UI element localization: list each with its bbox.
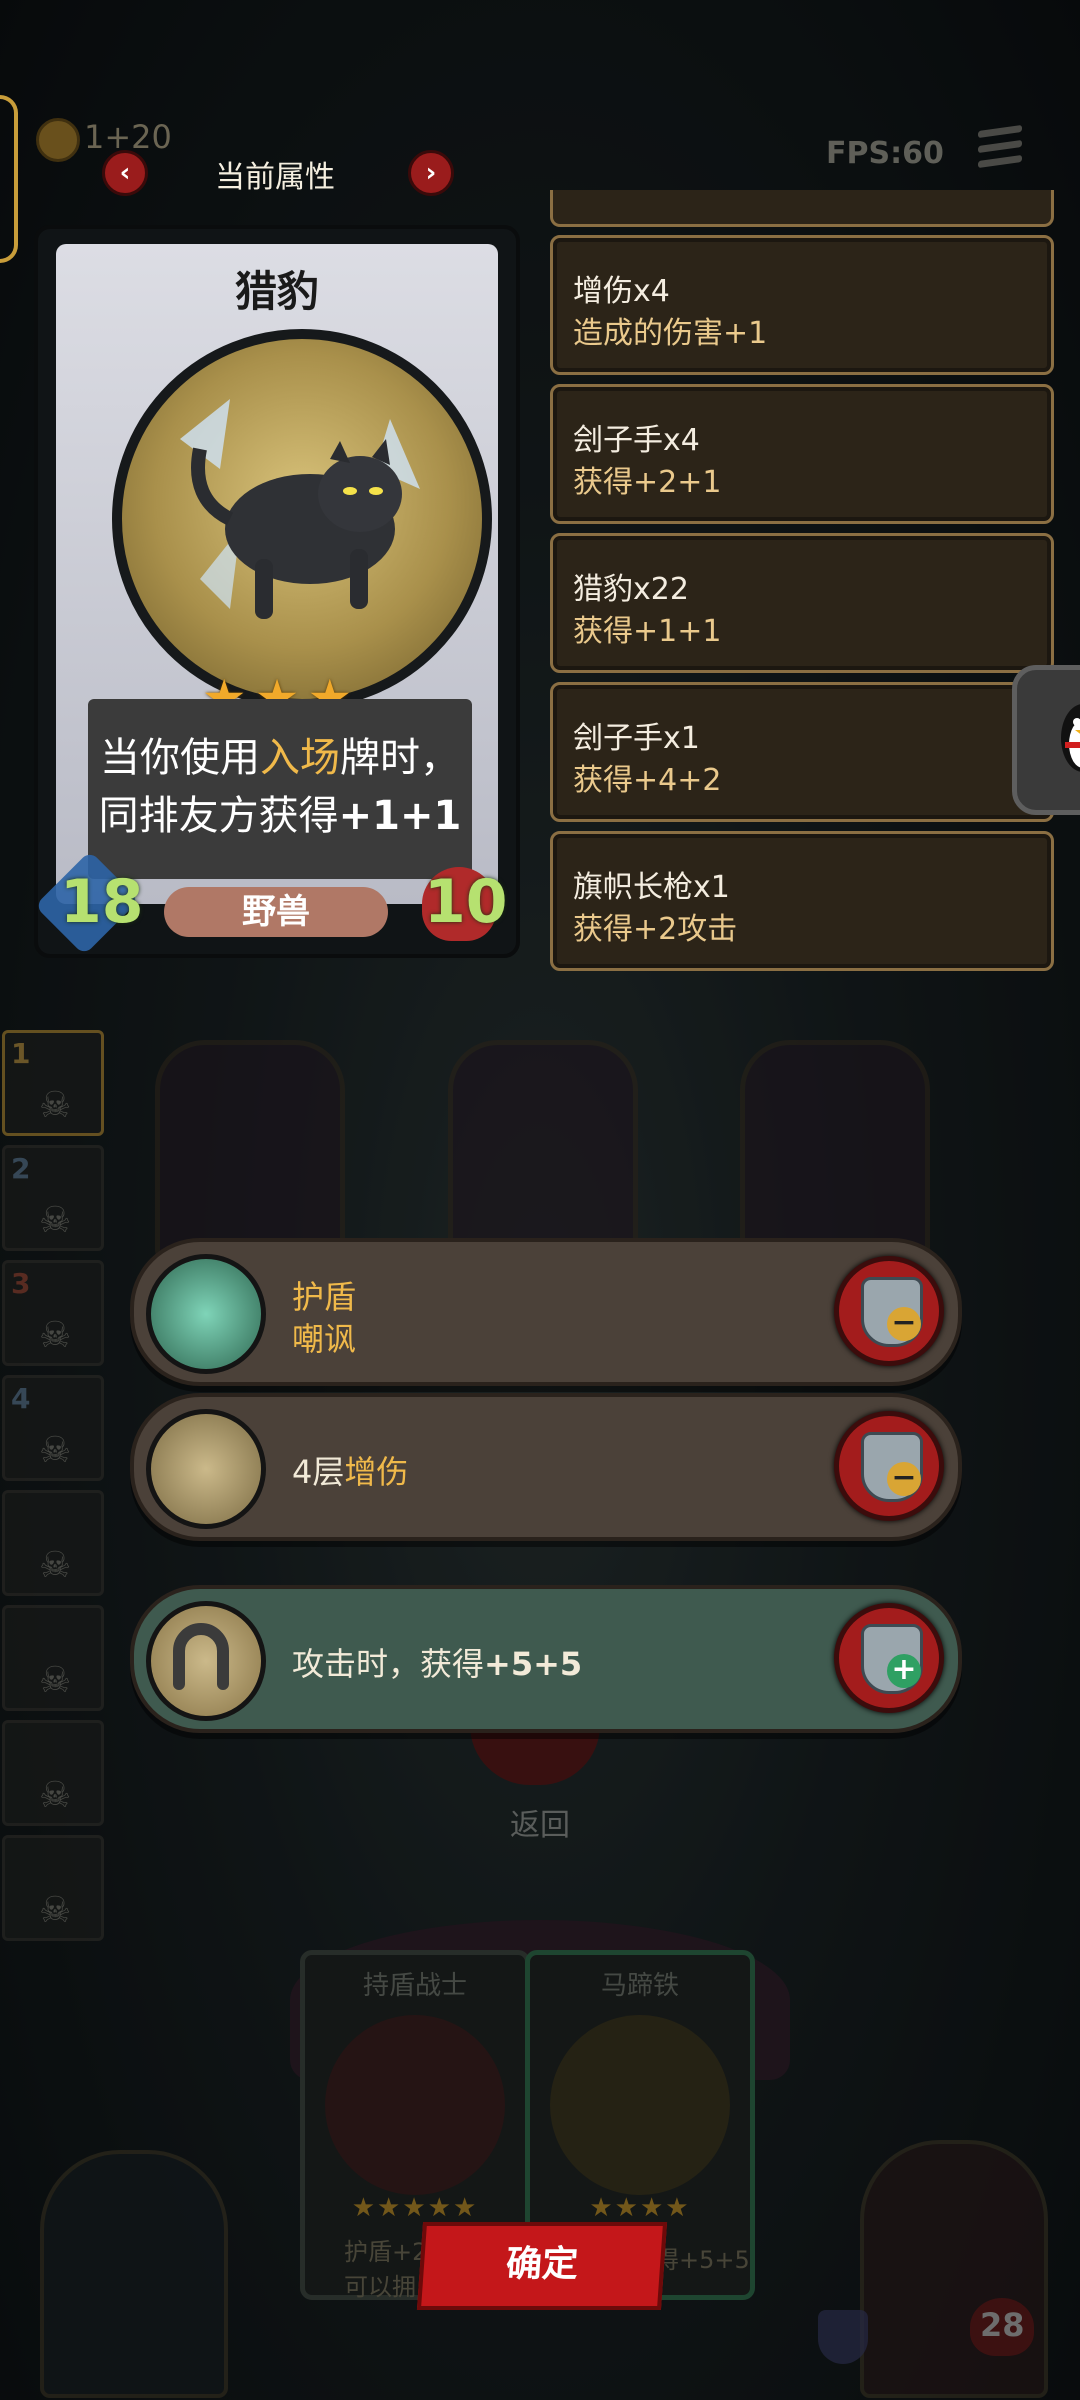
hero-name: 猎豹	[234, 267, 319, 316]
attribute-title: 刽子手x4	[573, 423, 700, 458]
remove-effect-button[interactable]: −	[834, 1411, 944, 1521]
profile-side-button[interactable]	[1012, 665, 1080, 815]
hero-health: 10	[424, 867, 508, 937]
hero-card-frame: 猎豹 ★ ★ ★ 当你使用入场牌时， 同排友方获得+1+1	[56, 244, 498, 904]
penguin-icon	[1061, 704, 1080, 772]
remove-effect-button[interactable]: −	[834, 1256, 944, 1366]
attribute-title: 增伤x4	[573, 274, 670, 309]
horseshoe-icon	[146, 1601, 266, 1721]
attribute-effect: 获得+1+1	[573, 614, 722, 649]
prev-tab-button[interactable]: ‹	[102, 150, 148, 196]
hero-portrait	[112, 329, 492, 709]
effect-row-horseshoe: 攻击时，获得+5+5 +	[130, 1585, 962, 1733]
attribute-title: 刽子手x1	[573, 721, 700, 756]
next-tab-button[interactable]: ›	[408, 150, 454, 196]
minus-icon: −	[887, 1307, 921, 1341]
top-bar: 1+20 FPS:60 ‹ 当前属性 ›	[0, 0, 1080, 263]
effect-description: 攻击时，获得+5+5	[292, 1645, 583, 1683]
attribute-title: 猎豹x22	[573, 572, 689, 607]
shield-taunt-icon	[146, 1254, 266, 1374]
attribute-item: 增伤x4 造成的伤害+1	[550, 235, 1054, 375]
wings-icon	[146, 1409, 266, 1529]
hero-type-badge: 野兽	[164, 887, 388, 937]
hero-attack: 18	[60, 867, 144, 937]
side-frame	[0, 95, 18, 263]
attribute-item: 刽子手x4 获得+2+1	[550, 384, 1054, 524]
panther-illustration	[180, 399, 420, 619]
hero-desc-box: 当你使用入场牌时， 同排友方获得+1+1	[88, 699, 472, 879]
confirm-button[interactable]: 确定	[416, 2222, 668, 2310]
hero-description: 当你使用入场牌时， 同排友方获得+1+1	[98, 735, 462, 839]
attribute-effect: 造成的伤害+1	[573, 316, 768, 351]
effect-keyword: 嘲讽	[292, 1320, 357, 1358]
effect-keyword: 护盾	[292, 1278, 357, 1316]
attribute-title: 旗帜长枪x1	[573, 870, 730, 905]
add-effect-button[interactable]: +	[834, 1603, 944, 1713]
effect-description: 4层增伤	[292, 1453, 409, 1491]
effect-row-damage-boost: 4层增伤 −	[130, 1393, 962, 1541]
hero-card[interactable]: 猎豹 ★ ★ ★ 当你使用入场牌时， 同排友方获得+1+1 18 10 野兽	[34, 225, 520, 958]
minus-icon: −	[887, 1462, 921, 1496]
plus-icon: +	[887, 1654, 921, 1688]
coin-icon	[36, 118, 80, 162]
panel-title: 当前属性	[215, 160, 335, 195]
menu-icon[interactable]	[978, 124, 1022, 172]
effect-row-shield-taunt: 护盾 嘲讽 −	[130, 1238, 962, 1386]
attribute-item: 猎豹x22 获得+1+1	[550, 533, 1054, 673]
attribute-item: 刽子手x1 获得+4+2	[550, 682, 1054, 822]
attribute-effect: 获得+4+2	[573, 763, 722, 798]
horseshoe-glyph	[173, 1623, 229, 1690]
attribute-item-partial	[550, 190, 1054, 227]
attribute-item: 旗帜长枪x1 获得+2攻击	[550, 831, 1054, 971]
fps-counter: FPS:60	[826, 136, 944, 171]
attribute-effect: 获得+2+1	[573, 465, 722, 500]
attribute-effect: 获得+2攻击	[573, 912, 738, 947]
